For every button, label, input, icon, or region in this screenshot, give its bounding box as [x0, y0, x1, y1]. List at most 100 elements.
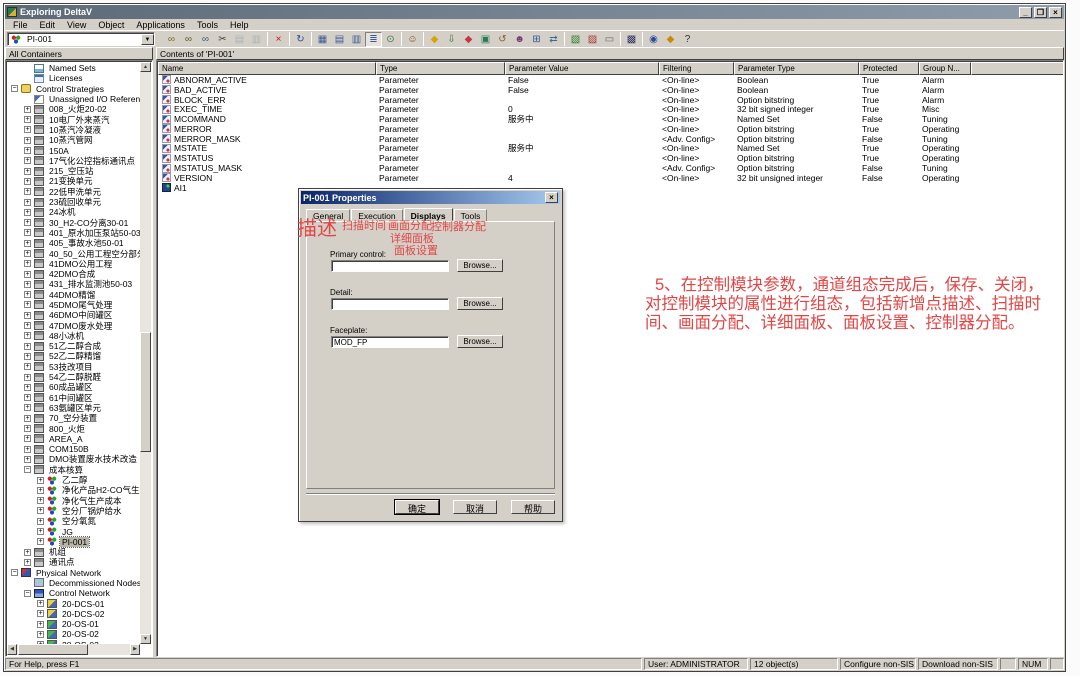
table-row[interactable]: MSTATUSParameter<On-line>Option bitstrin…	[158, 153, 1062, 163]
column-header-type[interactable]: Type	[376, 62, 505, 75]
expand-icon[interactable]: +	[24, 281, 31, 288]
expand-icon[interactable]: +	[24, 374, 31, 381]
help-button[interactable]: 帮助	[511, 500, 555, 514]
table-row[interactable]: MCOMMANDParameter服务中<On-line>Named SetFa…	[158, 114, 1062, 124]
collapse-icon[interactable]: −	[11, 569, 18, 576]
primary-control-input[interactable]	[331, 260, 449, 272]
expand-icon[interactable]: +	[24, 199, 31, 206]
tree-item[interactable]: +空分氧氮	[8, 516, 140, 526]
expand-icon[interactable]: +	[24, 188, 31, 195]
expand-icon[interactable]: +	[37, 487, 44, 494]
chevron-down-icon[interactable]: ▼	[141, 34, 154, 45]
column-header-group-n-[interactable]: Group N...	[919, 62, 971, 75]
view-details-button[interactable]: ≣	[365, 32, 382, 47]
expand-icon[interactable]: +	[24, 126, 31, 133]
deltav-books-button[interactable]: ◆	[662, 32, 679, 47]
expand-icon[interactable]: +	[24, 322, 31, 329]
tree-item[interactable]: +20-OS-01	[8, 619, 140, 629]
expand-icon[interactable]: +	[24, 147, 31, 154]
cut-button[interactable]: ✂	[214, 32, 231, 47]
expand-icon[interactable]: +	[24, 116, 31, 123]
table-row[interactable]: BAD_ACTIVEParameterFalse<On-line>Boolean…	[158, 85, 1062, 95]
scroll-up-icon[interactable]: ▲	[140, 62, 151, 72]
tree-item[interactable]: Named Sets	[8, 63, 140, 73]
print-button[interactable]: ▭	[601, 32, 618, 47]
tree-item[interactable]: +10蒸汽管网	[8, 135, 140, 145]
user-accounts-button[interactable]: ☺	[404, 32, 421, 47]
expand-icon[interactable]: +	[24, 240, 31, 247]
collapse-icon[interactable]: −	[24, 466, 31, 473]
expand-icon[interactable]: +	[37, 621, 44, 628]
expand-icon[interactable]: +	[24, 394, 31, 401]
table-row[interactable]: ABNORM_ACTIVEParameterFalse<On-line>Bool…	[158, 75, 1062, 85]
expand-icon[interactable]: +	[24, 332, 31, 339]
table-row[interactable]: MSTATEParameter服务中<On-line>Named SetTrue…	[158, 144, 1062, 154]
menu-edit[interactable]: Edit	[34, 20, 62, 30]
view-filter-button[interactable]: ⊙	[382, 32, 399, 47]
table-row[interactable]: AI1	[158, 183, 1062, 193]
close-button[interactable]: ×	[1049, 7, 1062, 18]
column-header-protected[interactable]: Protected	[859, 62, 919, 75]
tree-item[interactable]: −Control Network	[8, 588, 140, 598]
expand-icon[interactable]: +	[24, 549, 31, 556]
collapse-icon[interactable]: −	[11, 85, 18, 92]
diagnostics-button[interactable]: ▨	[584, 32, 601, 47]
view-list-button[interactable]: ▥	[348, 32, 365, 47]
expand-icon[interactable]: +	[24, 137, 31, 144]
tree-item[interactable]: +20-DCS-02	[8, 609, 140, 619]
dialog-close-icon[interactable]: ×	[545, 192, 558, 203]
menu-help[interactable]: Help	[224, 20, 255, 30]
expand-icon[interactable]: +	[24, 209, 31, 216]
scroll-left-icon[interactable]: ◀	[7, 644, 17, 655]
expand-icon[interactable]: +	[24, 415, 31, 422]
expand-icon[interactable]: +	[24, 384, 31, 391]
paste-button[interactable]: ▥	[248, 32, 265, 47]
expand-icon[interactable]: +	[24, 353, 31, 360]
tree-vertical-scrollbar[interactable]: ▲ ▼	[140, 62, 151, 644]
restore-button[interactable]: ❒	[1034, 7, 1047, 18]
expand-icon[interactable]: +	[24, 435, 31, 442]
expand-icon[interactable]: +	[24, 168, 31, 175]
tree-item[interactable]: Licenses	[8, 73, 140, 83]
whats-this-help-button[interactable]: ?	[679, 32, 696, 47]
tree-item[interactable]: +20-DCS-01	[8, 598, 140, 608]
transfer-button[interactable]: ⇄	[545, 32, 562, 47]
tree-item[interactable]: Decommissioned Nodes	[8, 578, 140, 588]
table-row[interactable]: BLOCK_ERRParameter<On-line>Option bitstr…	[158, 95, 1062, 105]
object-combobox[interactable]: PI-001 ▼	[7, 32, 155, 46]
expand-icon[interactable]: +	[37, 538, 44, 545]
expand-icon[interactable]: +	[24, 363, 31, 370]
scrollbar-thumb[interactable]	[18, 644, 88, 655]
menu-view[interactable]: View	[61, 20, 92, 30]
tree-item[interactable]: +JG	[8, 526, 140, 536]
browse-button[interactable]: Browse...	[457, 297, 503, 310]
column-header-filtering[interactable]: Filtering	[659, 62, 734, 75]
tree-item[interactable]: −Physical Network	[8, 568, 140, 578]
tree-horizontal-scrollbar[interactable]: ◀ ▶	[7, 644, 140, 655]
expand-icon[interactable]: +	[24, 404, 31, 411]
alarm-configure-button[interactable]: ◆	[426, 32, 443, 47]
delete-button[interactable]: ×	[270, 32, 287, 47]
security-user-button[interactable]: ☻	[511, 32, 528, 47]
copy-button[interactable]: ▤	[231, 32, 248, 47]
minimize-button[interactable]: _	[1019, 7, 1032, 18]
history-collection-button[interactable]: ↺	[494, 32, 511, 47]
expand-icon[interactable]: +	[24, 250, 31, 257]
tree-item[interactable]: +800_火炬	[8, 423, 140, 433]
table-row[interactable]: MSTATUS_MASKParameter<Adv. Config>Option…	[158, 163, 1062, 173]
faceplate-input[interactable]: MOD_FP	[331, 336, 449, 348]
tree-item[interactable]: +PI-001	[8, 537, 140, 547]
expand-icon[interactable]: +	[24, 456, 31, 463]
expand-icon[interactable]: +	[24, 425, 31, 432]
browse-button[interactable]: Browse...	[457, 259, 503, 272]
expand-icon[interactable]: +	[24, 260, 31, 267]
expand-icon[interactable]: +	[24, 157, 31, 164]
explore-containers-button[interactable]: ∞	[163, 32, 180, 47]
cancel-button[interactable]: 取消	[453, 500, 497, 514]
expand-icon[interactable]: +	[24, 219, 31, 226]
process-history-view-button[interactable]: ▧	[567, 32, 584, 47]
explore-find-button[interactable]: ∞	[197, 32, 214, 47]
view-large-icons-button[interactable]: ▦	[314, 32, 331, 47]
scroll-right-icon[interactable]: ▶	[130, 644, 140, 655]
detail-input[interactable]	[331, 298, 449, 310]
